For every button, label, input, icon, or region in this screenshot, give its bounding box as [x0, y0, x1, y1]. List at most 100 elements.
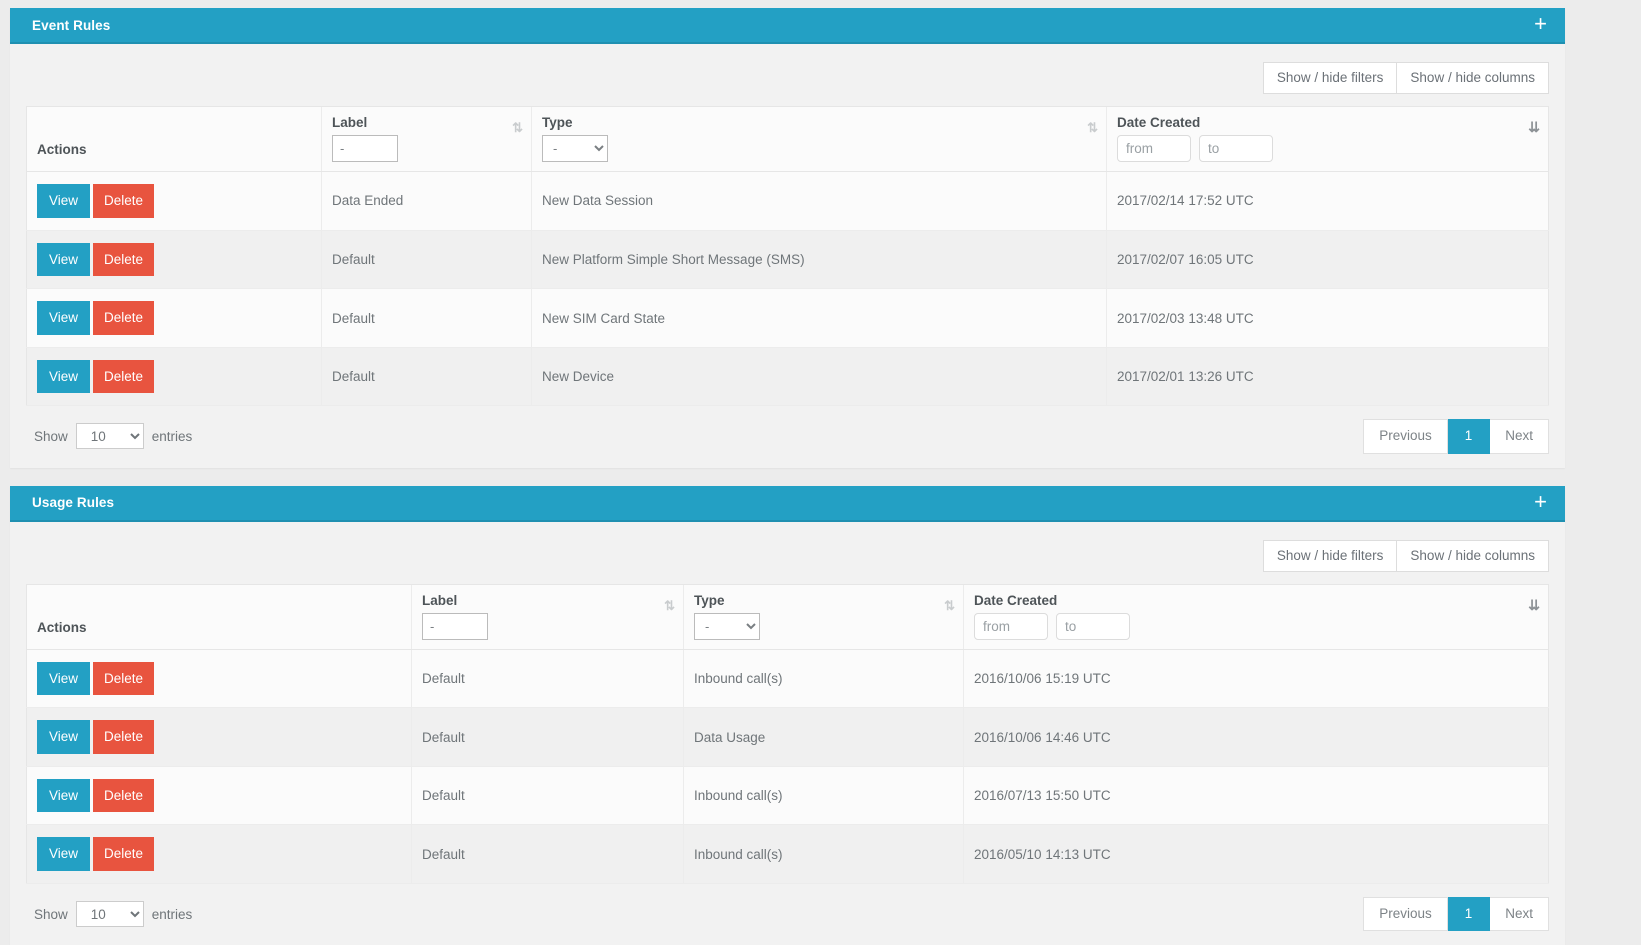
column-label-type: Type	[542, 115, 573, 131]
date-to-input[interactable]	[1199, 135, 1273, 163]
type-filter-select[interactable]: -	[542, 135, 608, 163]
pagination-next[interactable]: Next	[1490, 419, 1549, 454]
show-hide-columns-button[interactable]: Show / hide columns	[1397, 62, 1549, 95]
row-actions: View Delete	[26, 288, 322, 348]
table-row: View Delete Default Inbound call(s) 2016…	[26, 766, 1549, 826]
filter-group-date	[974, 612, 1538, 640]
table-row: View Delete Default Data Usage 2016/10/0…	[26, 707, 1549, 767]
table-row: View Delete Data Ended New Data Session …	[26, 171, 1549, 231]
table-header-row: Actions ⇅ Label ⇅	[26, 583, 1549, 650]
delete-button[interactable]: Delete	[93, 301, 154, 335]
view-button[interactable]: View	[37, 837, 90, 871]
view-button[interactable]: View	[37, 301, 90, 335]
column-header-label[interactable]: ⇅ Label	[321, 106, 532, 173]
sort-desc-icon[interactable]: ⇊	[1528, 120, 1540, 134]
plus-icon[interactable]: +	[1534, 490, 1547, 515]
panel-body-event-rules: Show / hide filters Show / hide columns …	[10, 44, 1565, 468]
view-button[interactable]: View	[37, 359, 90, 394]
entries-label: entries	[151, 906, 193, 922]
date-from-input[interactable]	[1117, 135, 1191, 163]
table-row: View Delete Default New Platform Simple …	[26, 230, 1549, 290]
table-header-row: Actions ⇅ Label ⇅	[26, 106, 1549, 173]
toolbar-button-group: Show / hide filters Show / hide columns	[1262, 62, 1549, 95]
delete-button[interactable]: Delete	[93, 242, 154, 277]
table-row: View Delete Default New Device 2017/02/0…	[26, 347, 1549, 407]
cell-date-created: 2017/02/01 13:26 UTC	[1106, 347, 1549, 407]
show-label: Show	[34, 906, 68, 922]
show-hide-columns-button[interactable]: Show / hide columns	[1397, 539, 1549, 572]
table-head: Actions ⇅ Label ⇅	[26, 583, 1549, 650]
datatable-footer: Show 10 entries Previous 1 Next	[26, 406, 1549, 467]
panel-usage-rules: Usage Rules + Show / hide filters Show /…	[10, 485, 1565, 945]
sort-both-icon[interactable]: ⇅	[664, 599, 675, 612]
view-button[interactable]: View	[37, 242, 90, 277]
cell-type: New Data Session	[531, 171, 1107, 231]
sort-desc-icon[interactable]: ⇊	[1528, 598, 1540, 612]
cell-date-created: 2017/02/14 17:52 UTC	[1106, 171, 1549, 231]
cell-type: New Device	[531, 347, 1107, 407]
cell-label: Default	[321, 288, 532, 348]
filter-group-date	[1117, 135, 1538, 163]
date-to-input[interactable]	[1056, 612, 1130, 640]
cell-type: Inbound call(s)	[683, 824, 964, 884]
cell-label: Default	[321, 347, 532, 407]
column-label-date-created: Date Created	[974, 592, 1058, 608]
row-actions: View Delete	[26, 824, 412, 884]
sort-both-icon[interactable]: ⇅	[1087, 121, 1098, 134]
plus-icon[interactable]: +	[1534, 13, 1547, 37]
view-button[interactable]: View	[37, 778, 90, 813]
pagination-previous[interactable]: Previous	[1363, 896, 1448, 932]
column-header-label[interactable]: ⇅ Label	[411, 583, 684, 650]
panel-title: Event Rules	[32, 17, 111, 33]
show-hide-filters-button[interactable]: Show / hide filters	[1262, 539, 1398, 572]
panel-header-usage-rules: Usage Rules +	[10, 485, 1565, 522]
column-header-actions: Actions	[26, 106, 322, 173]
filter-group-label	[422, 612, 673, 640]
column-header-type[interactable]: ⇅ Type -	[683, 583, 964, 650]
panel-title: Usage Rules	[32, 495, 115, 511]
entries-length-select[interactable]: 10	[75, 423, 144, 450]
entries-length-select[interactable]: 10	[75, 901, 144, 928]
label-filter-input[interactable]	[422, 612, 488, 640]
row-actions: View Delete	[26, 171, 322, 231]
column-header-date-created[interactable]: ⇊ Date Created	[1106, 106, 1549, 173]
delete-button[interactable]: Delete	[93, 661, 154, 696]
view-button[interactable]: View	[37, 720, 90, 754]
table-row: View Delete Default New SIM Card State 2…	[26, 288, 1549, 348]
delete-button[interactable]: Delete	[93, 720, 154, 754]
pagination-page-1[interactable]: 1	[1447, 419, 1491, 454]
cell-date-created: 2016/10/06 14:46 UTC	[963, 707, 1549, 767]
cell-label: Default	[411, 707, 684, 767]
sort-both-icon[interactable]: ⇅	[512, 121, 523, 134]
cell-label: Default	[411, 649, 684, 709]
column-header-date-created[interactable]: ⇊ Date Created	[963, 583, 1549, 650]
panel-event-rules: Event Rules + Show / hide filters Show /…	[10, 8, 1565, 468]
filter-group-label	[332, 135, 521, 163]
column-header-type[interactable]: ⇅ Type -	[531, 106, 1107, 173]
toolbar-button-group: Show / hide filters Show / hide columns	[1262, 539, 1549, 572]
delete-button[interactable]: Delete	[93, 778, 154, 813]
page-root: Event Rules + Show / hide filters Show /…	[0, 0, 1641, 945]
filter-group-type: -	[694, 612, 953, 640]
delete-button[interactable]: Delete	[93, 184, 154, 218]
column-label-actions: Actions	[37, 619, 87, 635]
entries-label: entries	[151, 428, 193, 444]
sort-both-icon[interactable]: ⇅	[944, 599, 955, 612]
show-hide-filters-button[interactable]: Show / hide filters	[1262, 62, 1398, 95]
column-label-actions: Actions	[37, 142, 87, 158]
cell-type: New SIM Card State	[531, 288, 1107, 348]
table-head: Actions ⇅ Label ⇅	[26, 106, 1549, 173]
pagination-previous[interactable]: Previous	[1363, 419, 1448, 454]
pagination-page-1[interactable]: 1	[1447, 896, 1491, 932]
pagination-next[interactable]: Next	[1490, 896, 1549, 932]
view-button[interactable]: View	[37, 661, 90, 696]
type-filter-select[interactable]: -	[694, 612, 760, 640]
delete-button[interactable]: Delete	[93, 359, 154, 394]
date-from-input[interactable]	[974, 612, 1048, 640]
cell-label: Default	[411, 824, 684, 884]
panel-body-usage-rules: Show / hide filters Show / hide columns …	[10, 521, 1565, 945]
label-filter-input[interactable]	[332, 135, 398, 163]
delete-button[interactable]: Delete	[93, 837, 154, 871]
view-button[interactable]: View	[37, 184, 90, 218]
datatable-toolbar: Show / hide filters Show / hide columns	[26, 536, 1549, 584]
